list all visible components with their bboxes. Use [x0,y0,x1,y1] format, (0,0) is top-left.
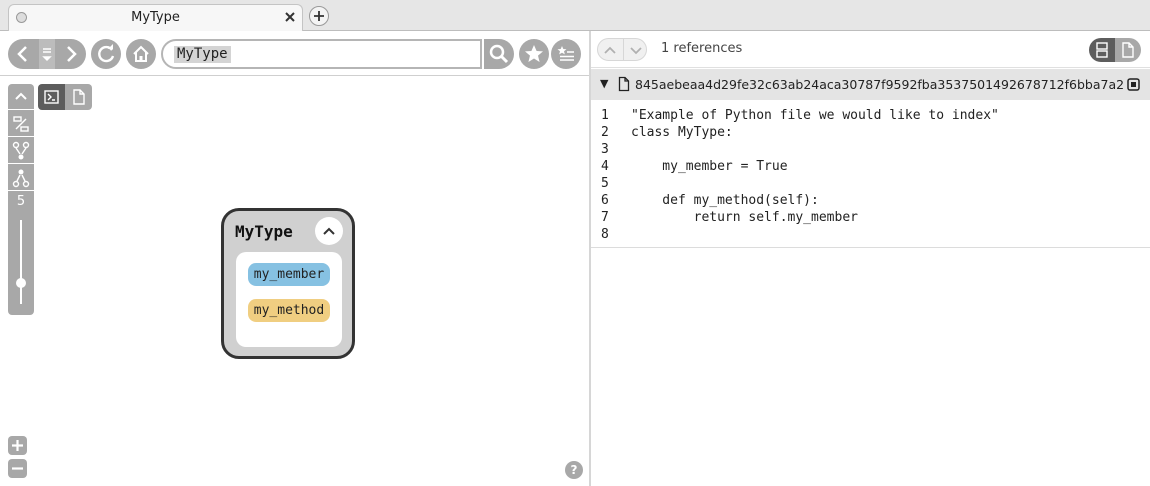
node-members: my_member my_method [236,252,342,347]
line-content: my_member = True [631,159,788,174]
code-mode-toggle [1089,38,1141,62]
chevron-up-icon [15,92,27,100]
line-number: 8 [601,227,609,242]
plus-icon [12,440,23,451]
collapse-graph-controls-button[interactable] [8,84,34,110]
zoom-out-button[interactable] [8,459,27,478]
new-tab-button[interactable] [309,6,329,26]
history-nav [8,39,86,69]
line-number: 2 [601,125,609,140]
line-number: 6 [601,193,609,208]
file-view-toggle-button[interactable] [65,84,92,110]
single-file-mode-button[interactable] [1115,38,1141,62]
trail-caller-button[interactable] [8,165,34,191]
reference-count: 1 references [661,41,743,56]
code-view-toggle-button[interactable] [38,84,65,110]
history-list-button[interactable] [39,39,55,69]
refresh-icon [98,44,115,63]
chevron-down-icon [630,47,642,55]
search-input[interactable]: MyType [161,39,482,69]
member-my-member[interactable]: my_member [248,263,330,286]
code-panel-icon [44,90,59,104]
line-number: 4 [601,159,609,174]
maximize-icon[interactable] [1127,78,1140,91]
plus-icon [314,11,324,21]
tab-bar: MyType [0,0,1150,31]
line-content: return self.my_member [631,210,858,225]
reference-nav [597,38,647,61]
file-icon [73,89,85,105]
snippet-mode-button[interactable] [1089,38,1115,62]
previous-reference-button[interactable] [598,39,622,60]
close-icon[interactable] [282,9,298,25]
home-button[interactable] [126,39,156,69]
node-title: MyType [235,222,293,241]
trail-callee-button[interactable] [8,138,34,164]
line-number: 7 [601,210,609,225]
tab-title: MyType [131,10,180,25]
group-namespace-icon [13,116,29,132]
line-content: "Example of Python file we would like to… [631,108,999,123]
line-content: class MyType: [631,125,733,140]
graph-toolbar: MyType [0,31,589,76]
group-by-namespace-button[interactable] [8,111,34,137]
chevron-right-icon [67,46,77,62]
trail-depth-label: 5 [16,194,26,209]
snippet-list-icon [1096,42,1108,58]
chevron-up-icon [604,46,616,54]
chevron-left-icon [17,46,27,62]
collapse-file-triangle-icon[interactable]: ▼ [600,77,608,90]
back-button[interactable] [8,39,38,69]
next-reference-button[interactable] [623,39,646,60]
search-query-text: MyType [174,46,231,63]
trail-callee-icon [12,141,30,160]
trail-caller-icon [12,169,30,188]
graph-view[interactable]: 5 MyType my_member my_method ? [0,77,589,486]
line-number: 3 [601,142,609,157]
code-snippet[interactable]: 1 "Example of Python file we would like t… [591,101,1150,248]
tab-mytype[interactable]: MyType [8,4,303,31]
refresh-button[interactable] [91,39,121,69]
zoom-in-button[interactable] [8,436,27,455]
minus-icon [12,467,23,470]
member-my-method[interactable]: my_method [248,299,330,322]
chevron-up-icon [323,227,335,235]
help-button[interactable]: ? [565,461,583,479]
code-toolbar: 1 references [591,31,1150,68]
class-node-mytype[interactable]: MyType my_member my_method [221,208,355,359]
trail-depth-slider[interactable] [20,220,22,304]
line-number: 1 [601,108,609,123]
node-collapse-button[interactable] [315,217,343,245]
line-number: 5 [601,176,609,191]
file-name[interactable]: 845aebeaa4d29fe32c63ab24aca30787f9592fba… [635,77,1124,92]
star-icon [525,45,543,62]
bookmark-manager-button[interactable] [551,39,581,69]
file-header[interactable]: ▼ 845aebeaa4d29fe32c63ab24aca30787f9592f… [591,69,1150,100]
search-icon [489,44,509,64]
forward-button[interactable] [56,39,86,69]
graph-controls: 5 [8,84,34,315]
bookmark-button[interactable] [519,39,549,69]
file-icon [1122,42,1134,58]
history-list-icon [42,48,52,62]
graph-view-toggle [38,84,92,110]
line-content: def my_method(self): [631,193,819,208]
bookmark-list-icon [557,46,574,61]
home-icon [133,45,149,62]
file-icon [618,76,630,92]
search-button[interactable] [484,39,514,69]
trail-depth-slider-knob[interactable] [16,278,26,288]
